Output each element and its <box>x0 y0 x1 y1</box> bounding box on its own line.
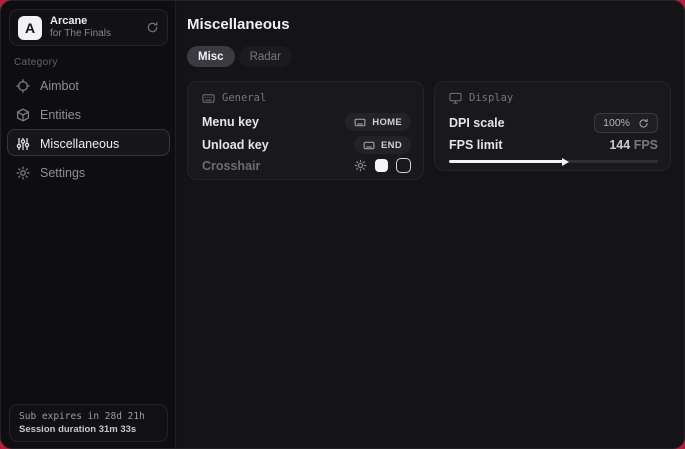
sidebar-item-label: Entities <box>40 108 81 122</box>
crosshair-label: Crosshair <box>202 159 260 173</box>
slider-fill <box>449 160 564 163</box>
fps-limit-label: FPS limit <box>449 138 502 152</box>
app-header: A Arcane for The Finals <box>9 9 168 46</box>
subscription-info: Sub expires in 28d 21h Session duration … <box>9 404 168 442</box>
menu-key-label: Menu key <box>202 115 259 129</box>
sidebar-item-miscellaneous[interactable]: Miscellaneous <box>1 129 176 158</box>
crosshair-icon <box>16 79 30 93</box>
session-duration-text: Session duration 31m 33s <box>19 424 158 435</box>
refresh-icon[interactable] <box>638 118 649 129</box>
crosshair-checkbox[interactable] <box>396 158 411 173</box>
menu-key-row: Menu key HOME <box>202 113 411 131</box>
keyboard-icon <box>363 141 375 150</box>
tab-radar[interactable]: Radar <box>239 46 292 67</box>
fps-limit-value: 144 FPS <box>609 138 658 152</box>
slider-track[interactable] <box>449 160 658 163</box>
app-subtitle: for The Finals <box>50 28 138 40</box>
dpi-scale-control[interactable]: 100% <box>594 113 658 133</box>
sidebar-nav: Aimbot Entities Miscellaneous <box>1 71 176 187</box>
menu-key-button[interactable]: HOME <box>345 113 411 131</box>
display-card: Display DPI scale 100% FPS limit 144 FPS <box>434 81 671 171</box>
sidebar-item-label: Miscellaneous <box>40 137 119 151</box>
unload-key-row: Unload key END <box>202 136 411 154</box>
page-title: Miscellaneous <box>187 16 290 33</box>
dpi-scale-label: DPI scale <box>449 116 505 130</box>
sidebar-item-settings[interactable]: Settings <box>1 158 176 187</box>
gear-icon <box>16 166 30 180</box>
monitor-icon <box>449 92 462 104</box>
sidebar-item-label: Settings <box>40 166 85 180</box>
display-card-title: Display <box>469 92 513 104</box>
fps-limit-slider[interactable] <box>449 157 658 166</box>
keyboard-icon <box>354 118 366 127</box>
dpi-scale-value: 100% <box>603 117 630 129</box>
unload-key-button[interactable]: END <box>354 136 411 154</box>
sliders-icon <box>16 137 30 151</box>
app-name: Arcane <box>50 15 138 28</box>
crosshair-row: Crosshair <box>202 158 411 173</box>
sub-expires-text: Sub expires in 28d 21h <box>19 411 158 422</box>
general-card-title: General <box>222 92 266 104</box>
sidebar-item-entities[interactable]: Entities <box>1 100 176 129</box>
sync-icon[interactable] <box>146 21 159 34</box>
crosshair-color-swatch[interactable] <box>375 159 388 172</box>
crosshair-settings-gear-icon[interactable] <box>354 159 367 172</box>
tab-bar: Misc Radar <box>187 46 292 67</box>
sidebar-item-aimbot[interactable]: Aimbot <box>1 71 176 100</box>
slider-thumb[interactable] <box>562 158 569 166</box>
app-window: A Arcane for The Finals Category Aimbot <box>0 0 685 449</box>
general-card: General Menu key HOME Unload key <box>187 81 424 180</box>
fps-limit-row: FPS limit 144 FPS <box>449 138 658 152</box>
entities-icon <box>16 108 30 122</box>
dpi-scale-row: DPI scale 100% <box>449 113 658 133</box>
app-logo: A <box>18 16 42 40</box>
tab-misc[interactable]: Misc <box>187 46 235 67</box>
sidebar-item-label: Aimbot <box>40 79 79 93</box>
unload-key-label: Unload key <box>202 138 269 152</box>
category-label: Category <box>14 57 58 68</box>
main-content: Miscellaneous Misc Radar General Menu ke… <box>177 1 684 448</box>
keyboard-icon <box>202 93 215 104</box>
sidebar: A Arcane for The Finals Category Aimbot <box>1 1 176 448</box>
